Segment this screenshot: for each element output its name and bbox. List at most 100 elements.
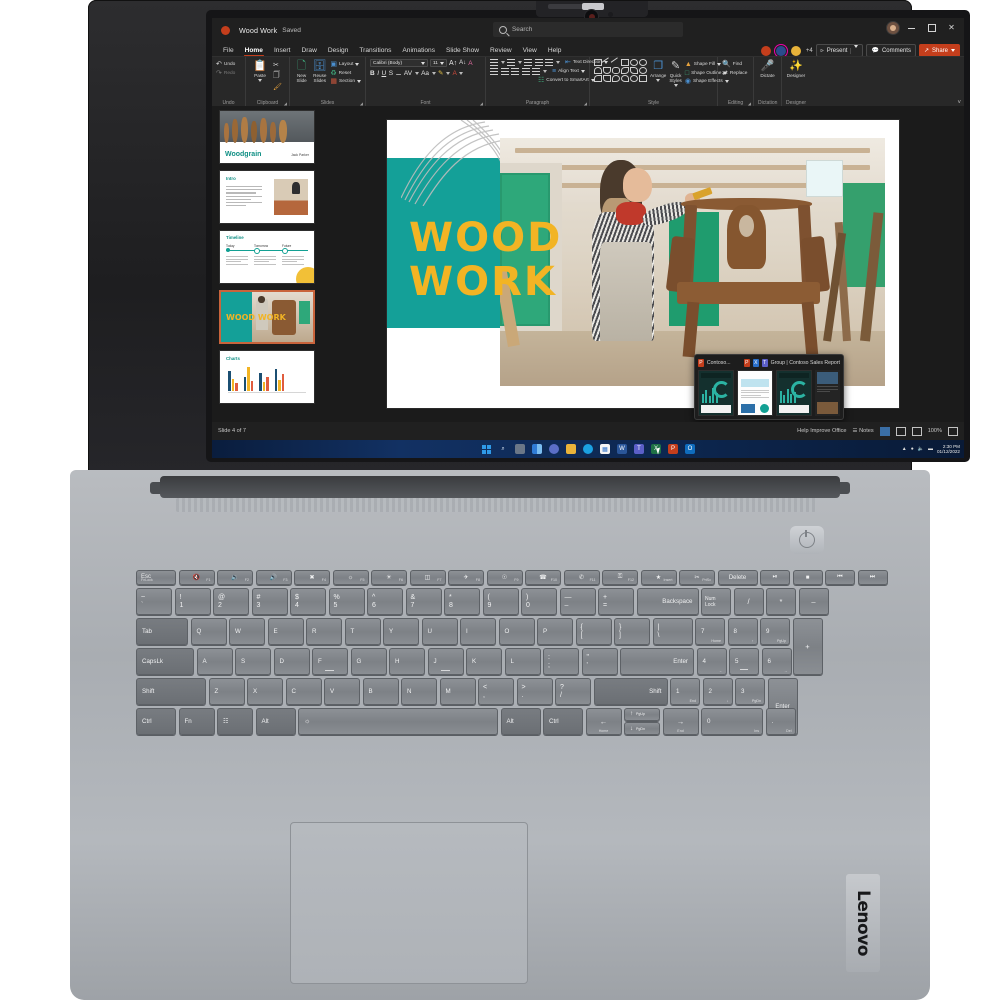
slide-thumbnail-2[interactable]: Intro: [219, 170, 315, 224]
strikethrough-icon[interactable]: ⚊: [396, 70, 402, 77]
collaborator-avatar-1[interactable]: [759, 44, 772, 57]
key-u[interactable]: U: [421, 618, 458, 645]
battery-icon[interactable]: ▬: [928, 446, 933, 452]
key-numpad-7[interactable]: 7 Home: [695, 618, 725, 645]
taskbar-clock[interactable]: 2:30 PM 01/12/2022: [937, 444, 960, 454]
tab-animations[interactable]: Animations: [397, 46, 440, 56]
key-h[interactable]: H: [389, 648, 425, 675]
font-name-combo[interactable]: Calibri (Body): [370, 59, 428, 67]
key-d[interactable]: D: [273, 648, 310, 675]
key-arrow-up[interactable]: ↑ PgUp: [624, 708, 660, 721]
key-num-lock[interactable]: Num Lock: [701, 588, 731, 615]
key-arrow-left[interactable]: ← Home: [585, 708, 622, 735]
increase-indent-icon[interactable]: [534, 59, 543, 66]
shape-rect-icon[interactable]: [594, 59, 602, 66]
key-numpad-1[interactable]: 1 End: [670, 678, 700, 705]
align-text-button[interactable]: ≡ Align Text: [552, 68, 585, 75]
key-comma[interactable]: <,: [478, 678, 514, 705]
notes-button[interactable]: ☰ Notes: [852, 428, 873, 434]
shape-freeform-icon[interactable]: [594, 75, 602, 82]
key-g[interactable]: G: [350, 648, 387, 675]
bullets-icon[interactable]: [490, 59, 498, 66]
paste-button[interactable]: 📋 Paste: [250, 59, 270, 82]
key-4[interactable]: $4: [290, 588, 326, 615]
key-delete[interactable]: Delete: [717, 570, 758, 585]
key-a[interactable]: A: [196, 648, 233, 675]
outlook[interactable]: O: [685, 444, 695, 454]
close-icon[interactable]: ✕: [943, 20, 960, 36]
key-numpad-6[interactable]: 6 →: [761, 648, 792, 675]
numbering-icon[interactable]: [507, 59, 515, 66]
quick-styles-button[interactable]: ✎ Quick Styles: [669, 59, 682, 87]
avatar[interactable]: [886, 21, 900, 35]
reset-button[interactable]: ♻ Reset: [330, 70, 361, 77]
key-6[interactable]: ^ 6: [367, 588, 403, 615]
shape-callout-icon[interactable]: [639, 67, 647, 74]
chevron-down-icon[interactable]: [446, 72, 450, 75]
key-e[interactable]: E: [267, 618, 304, 645]
tab-draw[interactable]: Draw: [296, 46, 321, 56]
key-7[interactable]: & 7: [405, 588, 442, 615]
chevron-down-icon[interactable]: [258, 79, 262, 82]
chevron-down-icon[interactable]: [459, 72, 464, 75]
key-s[interactable]: S: [235, 648, 271, 675]
shape-triangle-icon[interactable]: [594, 67, 602, 74]
key-space[interactable]: ☼: [298, 708, 498, 735]
chevron-down-icon[interactable]: [431, 72, 436, 75]
designer-button[interactable]: ✨ Designer: [786, 59, 806, 79]
key-0[interactable]: ) 0: [521, 588, 557, 615]
key-backslash[interactable]: | \: [652, 618, 693, 645]
shape-chevron-icon[interactable]: [621, 67, 629, 74]
taskbar-thumbnail-preview[interactable]: P Contoso... P X T Group | Contoso Sales…: [694, 354, 844, 420]
key-f8-airplane[interactable]: ✈ F8: [448, 570, 484, 585]
key-backtick[interactable]: ~ `: [136, 588, 172, 615]
key-bracket-right[interactable]: }]: [614, 618, 650, 645]
search-button[interactable]: ⌕: [498, 444, 508, 454]
chevron-down-icon[interactable]: [500, 61, 505, 64]
key-f3-volume-up[interactable]: 🔊 F3: [255, 570, 292, 585]
shape-square-icon[interactable]: [621, 59, 629, 66]
tab-transitions[interactable]: Transitions: [354, 46, 396, 56]
new-slide-button[interactable]: 🗋 New Slide: [294, 59, 309, 84]
key-insert-favorites[interactable]: ★ Insert: [640, 570, 677, 585]
undo-button[interactable]: ↶ Undo: [216, 61, 235, 68]
key-capslock[interactable]: CapsLk: [136, 648, 194, 675]
key-ctrl-right[interactable]: Ctrl: [543, 708, 583, 735]
key-f1-mute[interactable]: 🔇 F1: [178, 570, 215, 585]
key-f7-project[interactable]: ◫ F7: [409, 570, 446, 585]
shape-curve-icon[interactable]: [612, 67, 620, 74]
key-f11-end-call[interactable]: ✆ F11: [563, 570, 600, 585]
key-z[interactable]: Z: [208, 678, 245, 705]
align-center-icon[interactable]: [500, 68, 509, 75]
key-numpad-8[interactable]: 8 ↑: [727, 618, 758, 645]
touchpad[interactable]: [290, 822, 528, 984]
key-f6-brightness-up[interactable]: ☀ F6: [371, 570, 407, 585]
key-1[interactable]: ! 1: [174, 588, 211, 615]
chevron-down-icon[interactable]: [414, 72, 419, 75]
wifi-icon[interactable]: ●: [911, 446, 914, 452]
section-button[interactable]: ▦ Section: [330, 78, 361, 85]
shape-scribble-icon[interactable]: [603, 75, 611, 82]
collaborator-avatar-3[interactable]: [789, 44, 802, 57]
tab-review[interactable]: Review: [485, 46, 517, 56]
shape-star-icon[interactable]: [630, 75, 638, 82]
key-r[interactable]: R: [306, 618, 342, 645]
key-next-track[interactable]: ⏭: [857, 570, 888, 585]
key-t[interactable]: T: [344, 618, 381, 645]
chevron-up-icon[interactable]: ▲: [902, 446, 907, 452]
key-semicolon[interactable]: :;: [543, 648, 579, 675]
key-shift-left[interactable]: Shift: [136, 678, 206, 705]
key-f10-answer-call[interactable]: ☎ F10: [525, 570, 561, 585]
key-arrow-down[interactable]: ↓ PgDn: [624, 722, 660, 736]
teams[interactable]: T: [634, 444, 644, 454]
chat-button[interactable]: [549, 444, 559, 454]
chevron-down-icon[interactable]: [517, 61, 522, 64]
key-numpad-2[interactable]: 2 ↓: [702, 678, 733, 705]
key-alt-left[interactable]: Alt: [255, 708, 296, 735]
key-numpad-0[interactable]: 0 Ins: [701, 708, 763, 735]
tab-insert[interactable]: Insert: [269, 46, 296, 56]
chevron-down-icon[interactable]: [542, 70, 547, 73]
key-m[interactable]: M: [439, 678, 476, 705]
key-numpad-divide[interactable]: /: [733, 588, 764, 615]
decrease-font-size-icon[interactable]: A↓: [459, 60, 466, 67]
